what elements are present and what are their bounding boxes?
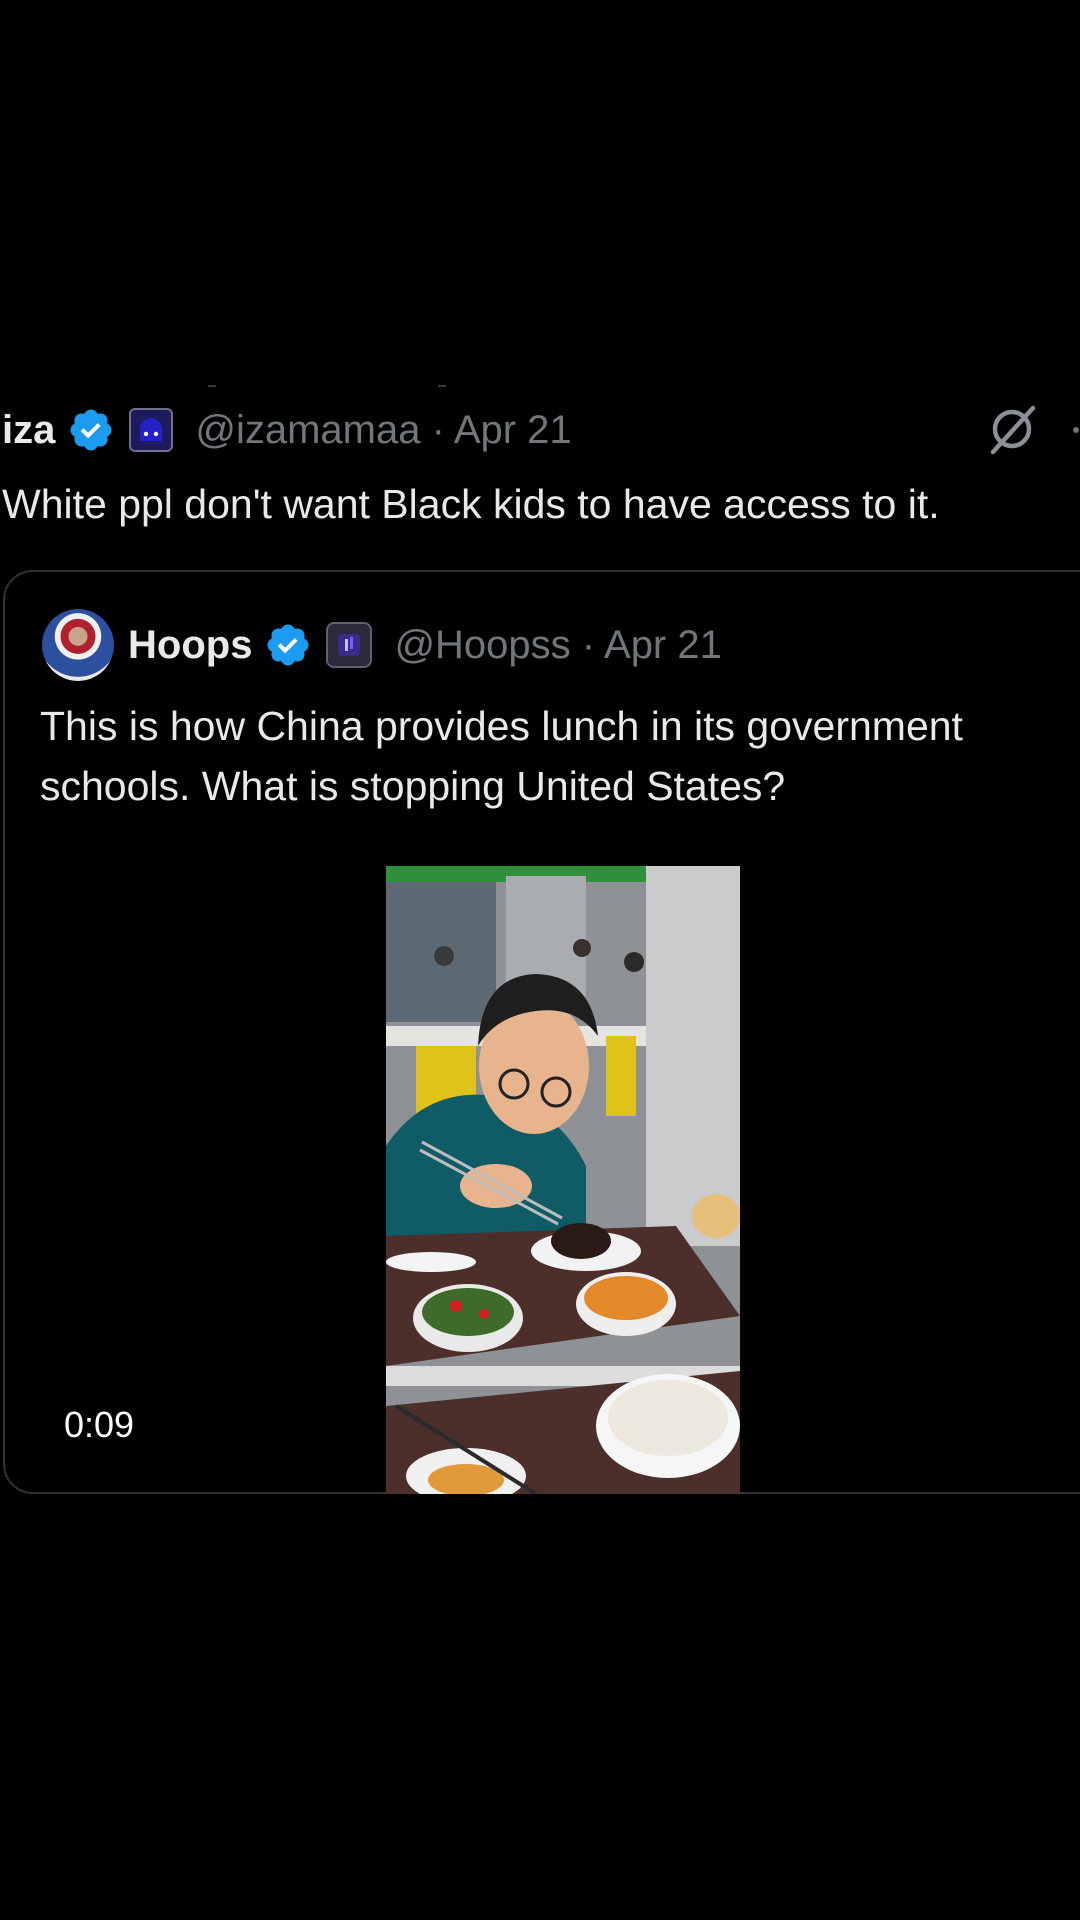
video-duration: 0:09 xyxy=(64,1404,135,1445)
tweet-text: White ppl don't want Black kids to have … xyxy=(2,481,940,527)
affiliate-badge-icon[interactable] xyxy=(129,408,174,452)
divider-fragment xyxy=(438,385,446,387)
author-display-name[interactable]: iza xyxy=(2,408,55,453)
screen: iza @izamamaa · Apr 21 White ppl don't w… xyxy=(0,0,1080,1920)
verified-badge-icon[interactable] xyxy=(264,621,312,669)
affiliate-badge-icon[interactable] xyxy=(326,622,373,668)
grok-icon[interactable] xyxy=(985,402,1039,456)
quoted-tweet-text: This is how China provides lunch in its … xyxy=(40,696,1080,816)
app-logo-icon xyxy=(338,634,361,656)
quoted-author-display-name[interactable]: Hoops xyxy=(128,623,252,668)
ghost-icon xyxy=(140,418,163,441)
quoted-tweet-header: Hoops @Hoopss · Apr 21 xyxy=(42,608,1072,682)
tweet-header: iza @izamamaa · Apr 21 xyxy=(0,400,1080,460)
quoted-tweet-text-line: This is how China provides lunch in its … xyxy=(40,703,963,749)
quoted-author-handle-date[interactable]: @Hoopss · Apr 21 xyxy=(394,623,721,668)
video-thumbnail xyxy=(386,866,740,1494)
more-icon[interactable] xyxy=(1073,427,1079,433)
verified-badge-icon[interactable] xyxy=(67,406,115,454)
avatar[interactable] xyxy=(42,609,114,681)
divider-fragment xyxy=(208,385,216,387)
quoted-tweet-text-line: schools. What is stopping United States? xyxy=(40,763,786,809)
video-player[interactable] xyxy=(386,866,740,1494)
author-handle-date[interactable]: @izamamaa · Apr 21 xyxy=(195,408,571,453)
